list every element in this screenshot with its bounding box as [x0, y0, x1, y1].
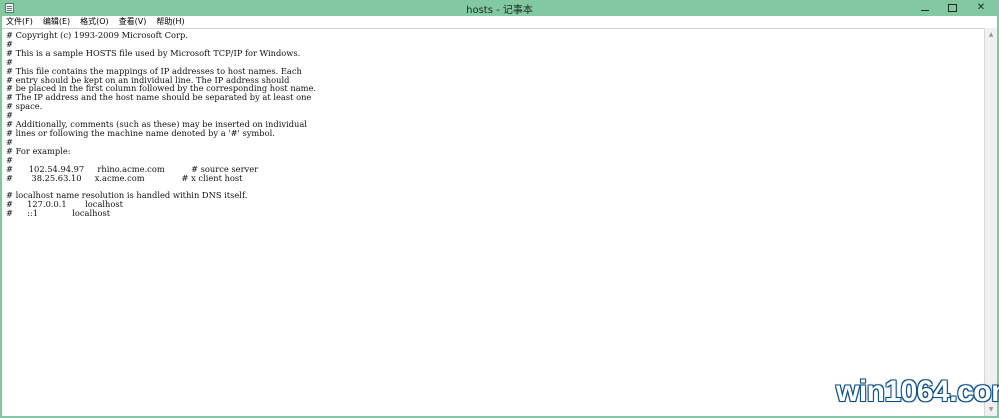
close-button[interactable]: ✕ [966, 1, 996, 14]
menu-bar: 文件(F) 编辑(E) 格式(O) 查看(V) 帮助(H) [2, 16, 997, 28]
menu-help[interactable]: 帮助(H) [151, 16, 189, 28]
site-watermark: win1064.com 家 [836, 372, 999, 412]
title-bar[interactable]: hosts - 记事本 ✕ [0, 0, 999, 16]
menu-view[interactable]: 查看(V) [114, 16, 152, 28]
close-icon: ✕ [976, 2, 986, 13]
vertical-scrollbar[interactable]: ▲ ▼ [984, 28, 997, 416]
menu-format[interactable]: 格式(O) [75, 16, 114, 28]
window-title: hosts - 记事本 [466, 5, 533, 16]
watermark-text: win1064.com [836, 375, 999, 408]
scroll-up-icon[interactable]: ▲ [985, 28, 997, 41]
minimize-icon [921, 10, 929, 11]
minimize-button[interactable] [912, 1, 938, 14]
text-editor-area[interactable]: # Copyright (c) 1993-2009 Microsoft Corp… [2, 28, 984, 416]
menu-edit[interactable]: 编辑(E) [38, 16, 75, 28]
file-content[interactable]: # Copyright (c) 1993-2009 Microsoft Corp… [2, 29, 984, 218]
maximize-icon [947, 3, 957, 12]
menu-file[interactable]: 文件(F) [2, 16, 38, 28]
notepad-window: hosts - 记事本 ✕ 文件(F) 编辑(E) 格式(O) 查看(V) 帮助… [0, 0, 999, 418]
maximize-button[interactable] [939, 1, 965, 14]
